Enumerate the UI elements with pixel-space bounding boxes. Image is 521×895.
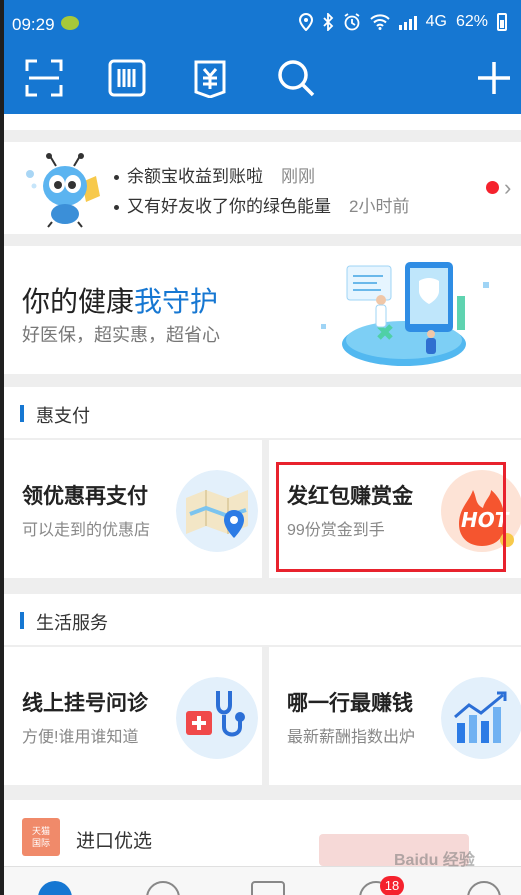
battery-icon <box>497 13 507 31</box>
notification-item: 又有好友收了你的绿色能量 2小时前 <box>114 192 409 217</box>
tab-wealth-icon[interactable] <box>146 881 180 895</box>
notification-card[interactable]: 余额宝收益到账啦 刚刚 又有好友收了你的绿色能量 2小时前 <box>4 142 521 234</box>
wifi-icon <box>369 14 390 30</box>
add-icon[interactable] <box>472 56 516 100</box>
health-banner-subtitle: 好医保，超实惠，超省心 <box>22 325 220 345</box>
unread-dot <box>486 181 499 194</box>
tile-subtitle: 可以走到的优惠店 <box>22 522 151 539</box>
status-indicators: 4G 62% <box>298 13 507 31</box>
signal-icon <box>398 14 417 30</box>
section-header-life-services: 生活服务 <box>4 594 521 646</box>
network-type: 4G <box>425 13 447 30</box>
bluetooth-icon <box>322 13 333 31</box>
notification-app-icon <box>61 16 79 30</box>
toolbar-spacer <box>4 114 521 130</box>
ant-mascot-icon <box>26 153 100 228</box>
tab-me-icon[interactable] <box>467 881 501 895</box>
chevron-right-icon[interactable]: › <box>504 175 511 201</box>
bill-icon[interactable] <box>188 56 232 100</box>
bar-chart-icon <box>441 677 521 759</box>
screen: 09:29 4G 62% 余额宝收益到账啦 刚刚 又有好友收了你的绿色能量 2小… <box>4 0 521 895</box>
search-icon[interactable] <box>274 56 318 100</box>
section-title: 惠支付 <box>36 406 90 426</box>
notification-item: 余额宝收益到账啦 刚刚 <box>114 162 315 187</box>
notification-text: 余额宝收益到账啦 <box>127 167 263 186</box>
notification-text: 又有好友收了你的绿色能量 <box>127 197 331 216</box>
status-bar: 09:29 4G 62% <box>4 0 521 42</box>
tile-subtitle: 方便!谁用谁知道 <box>22 729 139 746</box>
highlight-annotation-box <box>276 462 506 572</box>
health-banner[interactable]: 你的健康我守护 好医保，超实惠，超省心 <box>4 246 521 374</box>
notification-time: 2小时前 <box>349 197 410 216</box>
tile-title: 哪一行最赚钱 <box>287 692 413 715</box>
bottom-tab-bar <box>4 866 521 895</box>
health-banner-title: 你的健康我守护 <box>22 286 219 317</box>
tab-home-icon[interactable] <box>38 881 72 895</box>
alarm-icon <box>344 13 360 31</box>
tile-best-paying-industry[interactable]: 哪一行最赚钱 最新薪酬指数出炉 <box>269 647 521 785</box>
friends-badge: 18 <box>380 876 404 895</box>
tile-title: 领优惠再支付 <box>22 485 148 508</box>
section-title: 生活服务 <box>36 613 108 633</box>
scan-icon[interactable] <box>22 56 66 100</box>
tile-title: 线上挂号问诊 <box>22 692 148 715</box>
pay-code-icon[interactable] <box>105 56 149 100</box>
map-pin-icon <box>176 470 258 552</box>
tile-online-registration[interactable]: 线上挂号问诊 方便!谁用谁知道 <box>4 647 262 785</box>
health-illustration-icon <box>321 262 489 366</box>
battery-percent: 62% <box>455 13 488 30</box>
watermark: Baidu 经验 <box>394 852 475 869</box>
stethoscope-icon <box>176 677 258 759</box>
tile-coupon-pay[interactable]: 领优惠再支付 可以走到的优惠店 <box>4 440 262 578</box>
tile-subtitle: 最新薪酬指数出炉 <box>287 729 416 746</box>
tab-koubei-icon[interactable] <box>251 881 285 895</box>
notification-time: 刚刚 <box>281 167 315 186</box>
tmall-global-logo: 天猫 国际 <box>22 818 60 856</box>
location-icon <box>298 13 313 31</box>
top-toolbar <box>4 42 521 114</box>
section-header-hui-pay: 惠支付 <box>4 387 521 439</box>
import-select-label: 进口优选 <box>76 831 153 852</box>
status-time: 09:29 <box>12 15 55 34</box>
